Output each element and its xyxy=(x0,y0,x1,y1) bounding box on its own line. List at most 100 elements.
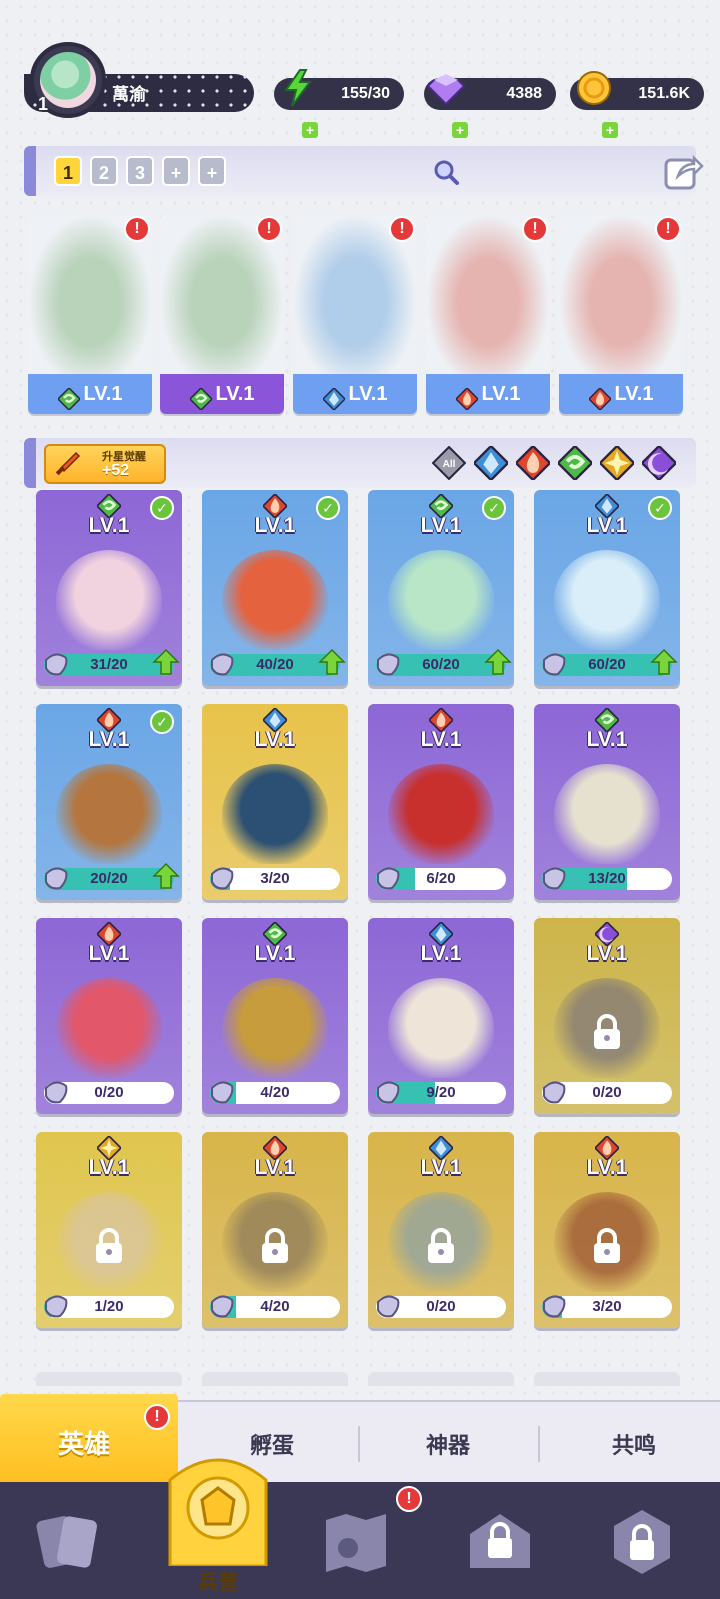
locked-guild-icon[interactable] xyxy=(604,1504,680,1580)
tab-artifact[interactable]: 神器 xyxy=(426,1428,470,1460)
star-awaken-button[interactable]: 升星觉醒 +52 xyxy=(44,444,166,484)
shard-icon xyxy=(543,867,566,890)
gold-coin-icon xyxy=(577,71,611,105)
barracks-nav-button[interactable]: 兵营 xyxy=(160,1440,276,1599)
map-alert-icon: ! xyxy=(396,1486,422,1512)
team-selector-bar: 1 2 3 + + xyxy=(24,146,704,196)
hero-card[interactable]: LV.1 6/20 xyxy=(368,704,514,900)
wind-element-icon xyxy=(188,384,213,411)
check-icon: ✓ xyxy=(150,710,174,734)
upgrade-arrow-icon xyxy=(152,648,180,675)
energy-icon xyxy=(284,69,312,107)
hero-card-partial xyxy=(534,1372,680,1386)
hero-portrait xyxy=(56,764,162,864)
map-icon[interactable] xyxy=(318,1504,394,1580)
hero-card[interactable]: LV.1 0/20 xyxy=(36,918,182,1114)
hero-level: LV.1 xyxy=(254,728,296,751)
gold-add-icon[interactable]: + xyxy=(602,122,618,138)
hero-portrait xyxy=(554,764,660,864)
shard-icon xyxy=(45,1295,68,1318)
hero-card[interactable]: LV.1 ✓ 40/20 xyxy=(202,490,348,686)
tab-resonance[interactable]: 共鸣 xyxy=(612,1428,656,1460)
team-tab-add-1[interactable]: + xyxy=(162,156,190,186)
hero-level-bar: LV.1 xyxy=(160,374,284,414)
hero-portrait xyxy=(554,550,660,650)
deployed-hero-slot[interactable]: LV.1 xyxy=(293,214,417,414)
hero-card[interactable]: LV.1 ✓ 31/20 xyxy=(36,490,182,686)
shard-icon xyxy=(377,1295,400,1318)
shard-icon xyxy=(45,653,68,676)
locked-building-icon[interactable] xyxy=(462,1504,538,1580)
shard-icon xyxy=(211,867,234,890)
top-bar: 1 萬渝 155/30 + 4388 + 151.6K + xyxy=(0,34,720,138)
hero-level: LV.1 xyxy=(420,1156,462,1179)
hero-alert-icon: ! xyxy=(256,216,282,242)
filter-ice-icon[interactable] xyxy=(472,444,510,482)
hero-card[interactable]: LV.1 4/20 xyxy=(202,1132,348,1328)
hero-level: LV.1 xyxy=(586,728,628,751)
hero-card[interactable]: LV.1 ✓ 60/20 xyxy=(368,490,514,686)
share-icon[interactable] xyxy=(664,152,704,190)
filter-wind-icon[interactable] xyxy=(556,444,594,482)
filter-dark-icon[interactable] xyxy=(640,444,678,482)
divider xyxy=(358,1426,360,1462)
deployed-hero-slot[interactable]: LV.1 xyxy=(559,214,683,414)
hero-card[interactable]: LV.1 ✓ 60/20 xyxy=(534,490,680,686)
filter-fire-icon[interactable] xyxy=(514,444,552,482)
fire-element-icon xyxy=(454,384,479,411)
deployed-hero-slot[interactable]: LV.1 xyxy=(426,214,550,414)
shard-icon xyxy=(45,1081,68,1104)
sword-icon xyxy=(55,451,81,476)
hero-level: LV.1 xyxy=(83,383,123,405)
hero-card[interactable]: LV.1 3/20 xyxy=(202,704,348,900)
deployed-hero-slot[interactable]: LV.1 xyxy=(28,214,152,414)
check-icon: ✓ xyxy=(150,496,174,520)
hero-level: LV.1 xyxy=(88,942,130,965)
hero-card[interactable]: LV.1 9/20 xyxy=(368,918,514,1114)
deployed-hero-slot[interactable]: LV.1 xyxy=(160,214,284,414)
hero-card[interactable]: LV.1 0/20 xyxy=(368,1132,514,1328)
hero-tab-alert-icon: ! xyxy=(144,1404,170,1430)
player-name: 萬渝 xyxy=(112,85,146,104)
team-tab-add-2[interactable]: + xyxy=(198,156,226,186)
team-tab-2[interactable]: 2 xyxy=(90,156,118,186)
hero-card[interactable]: LV.1 1/20 xyxy=(36,1132,182,1328)
shard-icon xyxy=(543,1081,566,1104)
shard-icon xyxy=(377,1081,400,1104)
shard-icon xyxy=(543,1295,566,1318)
cards-icon[interactable] xyxy=(30,1504,106,1580)
shard-icon xyxy=(377,867,400,890)
hero-card-partial xyxy=(368,1372,514,1386)
hero-alert-icon: ! xyxy=(655,216,681,242)
energy-add-icon[interactable]: + xyxy=(302,122,318,138)
hero-level: LV.1 xyxy=(481,383,521,405)
hero-card[interactable]: LV.1 4/20 xyxy=(202,918,348,1114)
hero-card[interactable]: LV.1 13/20 xyxy=(534,704,680,900)
filter-light-icon[interactable] xyxy=(598,444,636,482)
hero-card[interactable]: LV.1 3/20 xyxy=(534,1132,680,1328)
hero-level: LV.1 xyxy=(420,942,462,965)
search-icon[interactable] xyxy=(432,158,460,186)
bottom-nav xyxy=(0,1482,720,1599)
gem-value: 4388 xyxy=(506,85,542,102)
filter-all[interactable]: All xyxy=(431,445,467,481)
lock-icon xyxy=(428,1228,454,1263)
gem-add-icon[interactable]: + xyxy=(452,122,468,138)
team-tab-3[interactable]: 3 xyxy=(126,156,154,186)
tab-hero-label: 英雄 xyxy=(58,1429,111,1459)
lock-icon xyxy=(262,1228,288,1263)
shard-icon xyxy=(543,653,566,676)
lock-icon xyxy=(594,1014,620,1049)
shard-icon xyxy=(377,653,400,676)
hero-alert-icon: ! xyxy=(522,216,548,242)
hero-card[interactable]: LV.1 ✓ 20/20 xyxy=(36,704,182,900)
barracks-icon xyxy=(168,1458,268,1568)
hero-level: LV.1 xyxy=(88,1156,130,1179)
team-tab-1[interactable]: 1 xyxy=(54,156,82,186)
hero-level: LV.1 xyxy=(586,942,628,965)
hero-portrait xyxy=(222,550,328,650)
hero-level: LV.1 xyxy=(420,728,462,751)
hero-level-bar: LV.1 xyxy=(426,374,550,414)
hero-card[interactable]: LV.1 0/20 xyxy=(534,918,680,1114)
hero-card-partial xyxy=(36,1372,182,1386)
